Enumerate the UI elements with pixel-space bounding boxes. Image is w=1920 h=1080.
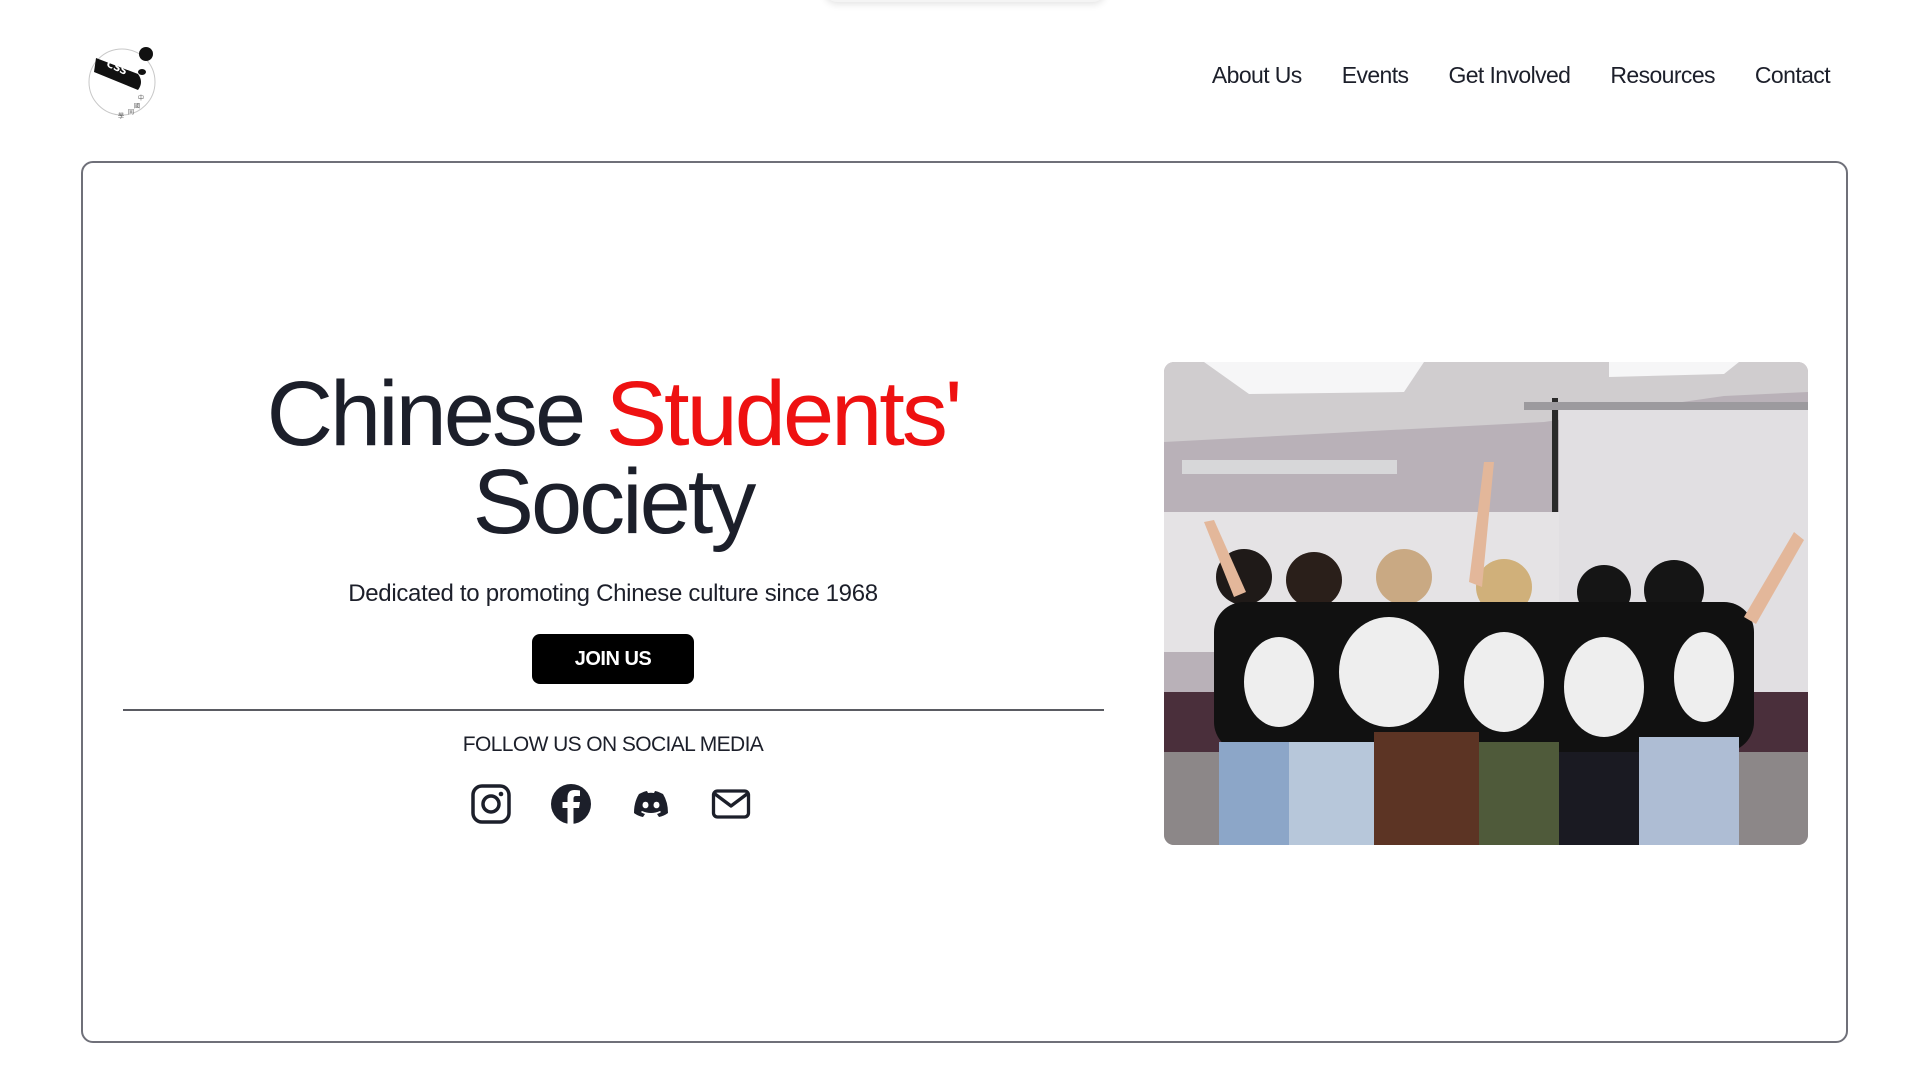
instagram-icon bbox=[471, 784, 511, 824]
instagram-link[interactable] bbox=[470, 783, 512, 825]
discord-icon bbox=[634, 791, 668, 817]
divider bbox=[123, 709, 1104, 711]
title-part2: Society bbox=[472, 451, 757, 553]
nav-get-involved[interactable]: Get Involved bbox=[1448, 62, 1571, 89]
svg-text:中: 中 bbox=[138, 94, 144, 102]
svg-text:學: 學 bbox=[118, 112, 124, 120]
nav-resources[interactable]: Resources bbox=[1610, 62, 1715, 89]
hero-text: Chinese Students' Society Dedicated to p… bbox=[123, 368, 1103, 684]
svg-text:同: 同 bbox=[128, 109, 134, 116]
group-photo-illustration bbox=[1164, 362, 1808, 845]
facebook-icon bbox=[551, 784, 591, 825]
discord-link[interactable] bbox=[630, 783, 672, 825]
top-tab-shadow bbox=[825, 0, 1105, 2]
follow-label: FOLLOW US ON SOCIAL MEDIA bbox=[462, 733, 764, 756]
nav-about-us[interactable]: About Us bbox=[1212, 62, 1302, 89]
main-nav: About Us Events Get Involved Resources C… bbox=[1212, 62, 1831, 89]
join-us-button[interactable]: JOIN US bbox=[532, 634, 694, 684]
hero-subtitle: Dedicated to promoting Chinese culture s… bbox=[348, 580, 878, 607]
page-title: Chinese Students' Society bbox=[123, 368, 1103, 548]
nav-events[interactable]: Events bbox=[1342, 62, 1409, 89]
group-photo bbox=[1164, 362, 1808, 845]
facebook-link[interactable] bbox=[550, 783, 592, 825]
email-link[interactable] bbox=[710, 783, 752, 825]
svg-text:國: 國 bbox=[134, 103, 140, 110]
title-part1: Chinese bbox=[266, 363, 587, 465]
mail-icon bbox=[711, 789, 751, 819]
nav-contact[interactable]: Contact bbox=[1755, 62, 1831, 89]
panda-logo-icon: CSS 中 國 同 學 bbox=[88, 47, 156, 120]
title-accent: Students' bbox=[605, 363, 963, 465]
social-links bbox=[470, 783, 752, 825]
site-logo[interactable]: CSS 中 國 同 學 bbox=[86, 40, 162, 120]
